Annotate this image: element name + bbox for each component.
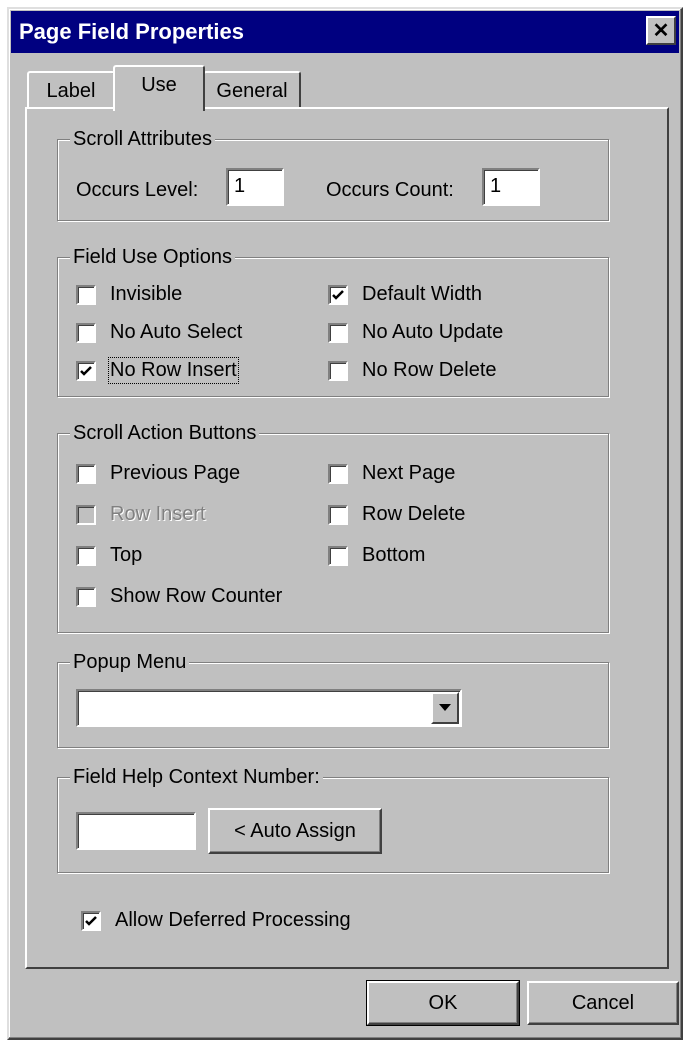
scroll-action-buttons-legend: Scroll Action Buttons bbox=[70, 419, 260, 447]
previous-page-label: Previous Page bbox=[110, 462, 241, 484]
ok-button[interactable]: OK bbox=[366, 980, 520, 1026]
field-help-group: Field Help Context Number: < Auto Assign bbox=[57, 763, 609, 873]
auto-assign-button[interactable]: < Auto Assign bbox=[208, 808, 382, 854]
title-bar: Page Field Properties ✕ bbox=[11, 11, 679, 53]
invisible-label: Invisible bbox=[110, 283, 183, 305]
no-auto-select-checkbox[interactable]: No Auto Select bbox=[76, 321, 242, 344]
default-width-checkbox[interactable]: Default Width bbox=[328, 283, 482, 306]
tab-label-text: Label bbox=[46, 79, 96, 102]
ok-label: OK bbox=[428, 991, 458, 1014]
field-use-options-group: Field Use Options Invisible Default Widt… bbox=[57, 243, 609, 397]
no-row-delete-label: No Row Delete bbox=[362, 359, 497, 381]
popup-menu-group: Popup Menu bbox=[57, 648, 609, 748]
previous-page-box bbox=[76, 463, 96, 484]
checkmark-icon bbox=[332, 289, 344, 300]
bottom-box bbox=[328, 545, 348, 566]
field-help-input[interactable] bbox=[76, 812, 196, 850]
scroll-attributes-group: Scroll Attributes Occurs Level: 1 Occurs… bbox=[57, 125, 609, 221]
no-auto-select-label: No Auto Select bbox=[110, 321, 243, 343]
row-insert-label: Row Insert bbox=[110, 503, 206, 525]
no-row-delete-box bbox=[328, 360, 348, 381]
no-auto-update-checkbox[interactable]: No Auto Update bbox=[328, 321, 503, 344]
chevron-down-icon bbox=[439, 704, 451, 711]
allow-deferred-processing-checkbox[interactable]: Allow Deferred Processing bbox=[81, 909, 351, 932]
row-insert-box bbox=[76, 504, 96, 525]
close-icon: ✕ bbox=[652, 19, 670, 42]
bottom-label: Bottom bbox=[362, 544, 426, 566]
show-row-counter-box bbox=[76, 586, 96, 607]
auto-assign-label: < Auto Assign bbox=[234, 819, 356, 842]
tab-label[interactable]: Label bbox=[27, 71, 115, 109]
invisible-box bbox=[76, 284, 96, 305]
no-auto-update-label: No Auto Update bbox=[362, 321, 504, 343]
field-help-legend: Field Help Context Number: bbox=[70, 763, 323, 791]
row-delete-checkbox[interactable]: Row Delete bbox=[328, 503, 465, 526]
allow-deferred-processing-box bbox=[81, 910, 101, 931]
next-page-checkbox[interactable]: Next Page bbox=[328, 462, 455, 485]
close-button[interactable]: ✕ bbox=[646, 16, 676, 45]
scroll-attributes-legend: Scroll Attributes bbox=[70, 125, 215, 153]
occurs-count-input[interactable]: 1 bbox=[482, 168, 540, 206]
row-insert-checkbox: Row Insert bbox=[76, 503, 206, 526]
scroll-action-buttons-group: Scroll Action Buttons Previous Page Next… bbox=[57, 419, 609, 633]
tab-panel-use: Scroll Attributes Occurs Level: 1 Occurs… bbox=[25, 107, 669, 969]
popup-menu-legend: Popup Menu bbox=[70, 648, 190, 676]
tab-use[interactable]: Use bbox=[113, 65, 205, 111]
page-field-properties-dialog: Page Field Properties ✕ Label Use Genera… bbox=[7, 7, 683, 1040]
window-title: Page Field Properties bbox=[19, 19, 244, 44]
row-delete-box bbox=[328, 504, 348, 525]
cancel-button[interactable]: Cancel bbox=[527, 981, 679, 1025]
no-auto-update-box bbox=[328, 322, 348, 343]
show-row-counter-checkbox[interactable]: Show Row Counter bbox=[76, 585, 282, 608]
previous-page-checkbox[interactable]: Previous Page bbox=[76, 462, 240, 485]
invisible-checkbox[interactable]: Invisible bbox=[76, 283, 182, 306]
popup-menu-select[interactable] bbox=[76, 689, 462, 727]
next-page-label: Next Page bbox=[362, 462, 456, 484]
no-auto-select-box bbox=[76, 322, 96, 343]
checkmark-icon bbox=[80, 365, 92, 376]
checkmark-icon bbox=[85, 915, 97, 926]
tab-general[interactable]: General bbox=[203, 71, 301, 109]
occurs-level-label: Occurs Level: bbox=[76, 179, 199, 201]
allow-deferred-processing-label: Allow Deferred Processing bbox=[115, 909, 351, 931]
default-width-box bbox=[328, 284, 348, 305]
no-row-insert-label: No Row Insert bbox=[108, 357, 239, 384]
top-box bbox=[76, 545, 96, 566]
top-checkbox[interactable]: Top bbox=[76, 544, 142, 567]
no-row-delete-checkbox[interactable]: No Row Delete bbox=[328, 359, 497, 382]
next-page-box bbox=[328, 463, 348, 484]
default-width-label: Default Width bbox=[362, 283, 483, 305]
no-row-insert-box bbox=[76, 360, 96, 381]
popup-menu-dropdown-button[interactable] bbox=[431, 692, 459, 724]
top-label: Top bbox=[110, 544, 143, 566]
tab-use-text: Use bbox=[141, 73, 177, 96]
show-row-counter-label: Show Row Counter bbox=[110, 585, 283, 607]
tab-general-text: General bbox=[216, 79, 288, 102]
bottom-checkbox[interactable]: Bottom bbox=[328, 544, 425, 567]
cancel-label: Cancel bbox=[571, 991, 635, 1014]
occurs-count-label: Occurs Count: bbox=[326, 179, 454, 201]
occurs-level-input[interactable]: 1 bbox=[226, 168, 284, 206]
row-delete-label: Row Delete bbox=[362, 503, 466, 525]
no-row-insert-checkbox[interactable]: No Row Insert bbox=[76, 357, 239, 384]
field-use-options-legend: Field Use Options bbox=[70, 243, 235, 271]
